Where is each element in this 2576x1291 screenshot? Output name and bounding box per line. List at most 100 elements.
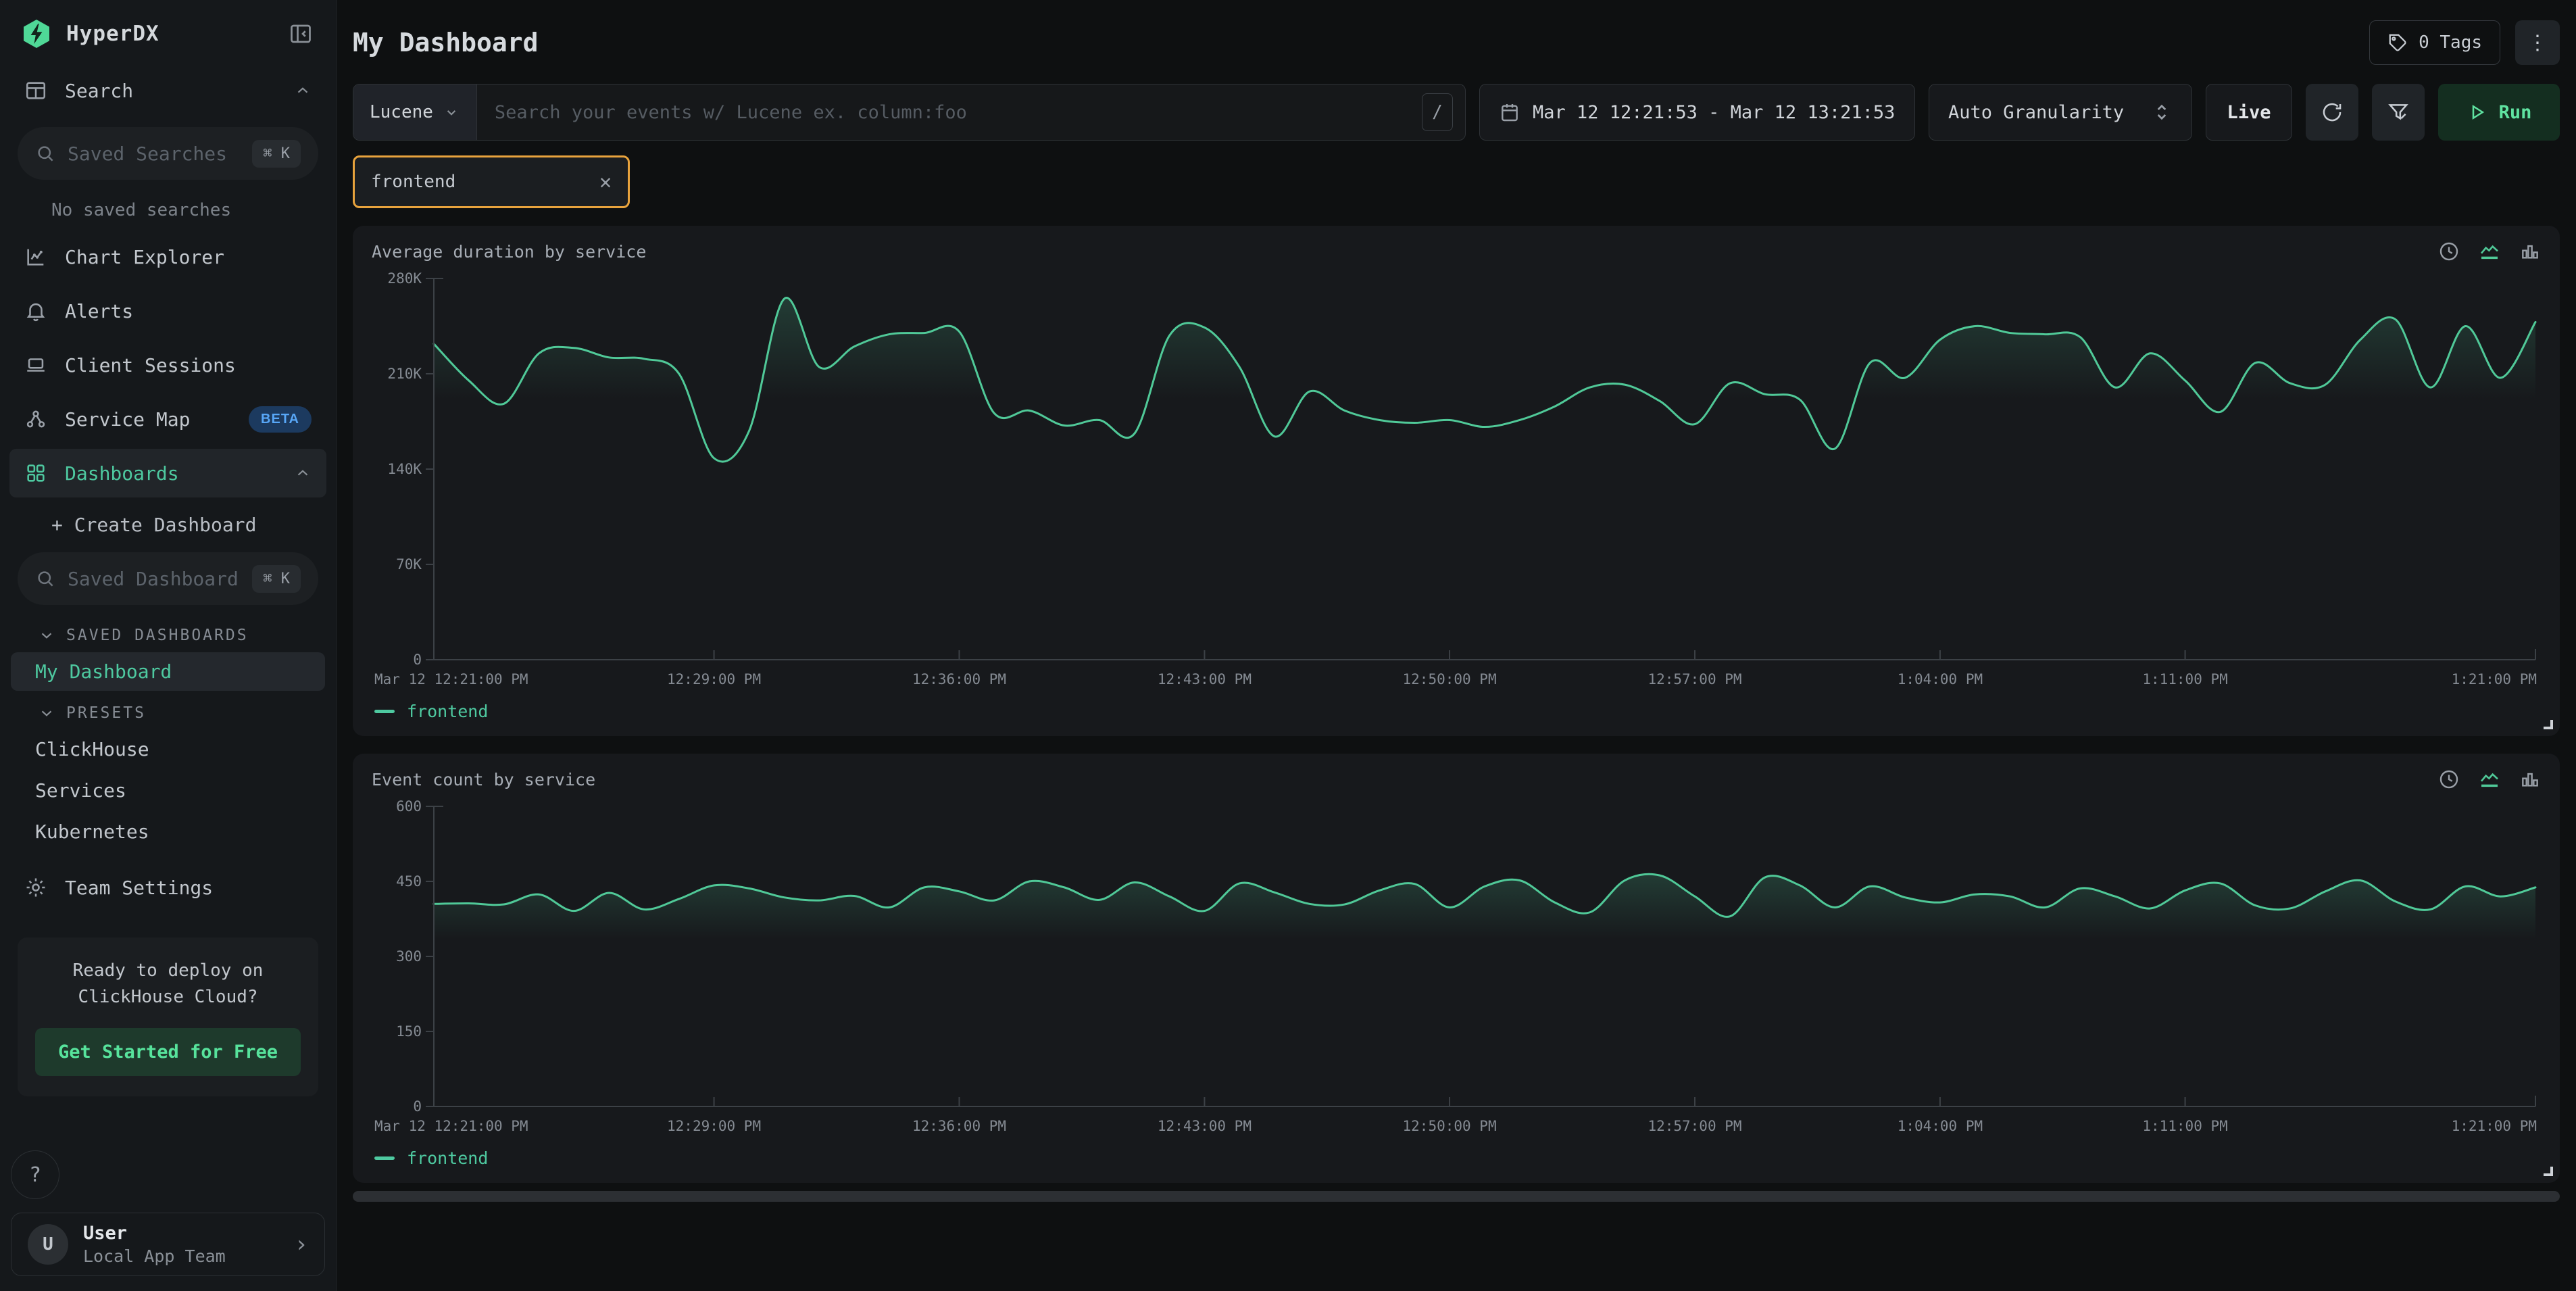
- x-tick-label: 12:36:00 PM: [912, 1118, 1006, 1134]
- sidebar-item-preset-clickhouse[interactable]: ClickHouse: [11, 730, 325, 769]
- y-tick-label: 300: [396, 948, 422, 965]
- play-icon: [2467, 102, 2487, 122]
- saved-dashboards-search[interactable]: ⌘ K: [18, 552, 318, 605]
- cloud-card-text: Ready to deploy on ClickHouse Cloud?: [35, 958, 301, 1010]
- user-profile-card[interactable]: U User Local App Team ›: [11, 1213, 325, 1276]
- kebab-icon: ⋮: [2527, 32, 2548, 54]
- close-icon[interactable]: ✕: [599, 170, 612, 194]
- y-tick-label: 600: [396, 798, 422, 814]
- query-language-value: Lucene: [370, 102, 433, 122]
- sidebar-item-preset-kubernetes[interactable]: Kubernetes: [11, 812, 325, 851]
- query-language-select[interactable]: Lucene: [353, 84, 477, 140]
- sidebar-collapse-button[interactable]: [286, 19, 316, 49]
- sidebar-spacer: [0, 1096, 336, 1150]
- chart-explorer-icon: [24, 245, 47, 268]
- sidebar-item-dashboards[interactable]: Dashboards: [9, 449, 326, 497]
- saved-dashboards-section-header[interactable]: SAVED DASHBOARDS: [0, 614, 336, 651]
- sidebar-item-alerts[interactable]: Alerts: [9, 287, 326, 335]
- dashboard-menu-button[interactable]: ⋮: [2515, 20, 2560, 65]
- x-tick-label: 12:50:00 PM: [1403, 1118, 1497, 1134]
- section-label: SAVED DASHBOARDS: [66, 627, 249, 644]
- panel-header: Event count by service: [372, 769, 2541, 790]
- x-tick-label: 12:43:00 PM: [1158, 671, 1252, 687]
- sidebar-item-chart-explorer[interactable]: Chart Explorer: [9, 233, 326, 281]
- legend-label-frontend: frontend: [407, 1148, 488, 1168]
- laptop-icon: [24, 354, 47, 376]
- y-tick-label: 280K: [387, 270, 422, 287]
- query-box: Lucene /: [353, 84, 1466, 141]
- help-button[interactable]: ?: [11, 1150, 59, 1199]
- main-content: My Dashboard 0 Tags ⋮ Lucene /: [337, 0, 2576, 1291]
- filter-bar: Lucene / Mar 12 12:21:53 - Mar 12 13:21:…: [353, 84, 2560, 141]
- bar-chart-icon[interactable]: [2519, 241, 2541, 262]
- bar-chart-icon[interactable]: [2519, 769, 2541, 790]
- filter-chip-value: frontend: [371, 172, 455, 192]
- x-tick-label: 1:11:00 PM: [2142, 1118, 2227, 1134]
- x-tick-label: 1:11:00 PM: [2142, 671, 2227, 687]
- calendar-icon: [1499, 101, 1520, 123]
- line-chart-icon[interactable]: [2479, 241, 2500, 262]
- section-label: PRESETS: [66, 704, 146, 722]
- sidebar-item-team-settings[interactable]: Team Settings: [9, 863, 326, 912]
- sidebar-item-client-sessions[interactable]: Client Sessions: [9, 341, 326, 389]
- y-tick-label: 0: [413, 652, 422, 668]
- chart-panel-event-count: Event count by service 0150300450600Mar …: [353, 754, 2560, 1183]
- get-started-button[interactable]: Get Started for Free: [35, 1028, 301, 1076]
- date-range-value: Mar 12 12:21:53 - Mar 12 13:21:53: [1533, 102, 1895, 123]
- run-label: Run: [2499, 102, 2532, 123]
- x-tick-label: Mar 12 12:21:00 PM: [374, 1118, 528, 1134]
- line-chart-average-duration[interactable]: 070K140K210K280KMar 12 12:21:00 PM12:29:…: [372, 266, 2541, 699]
- sidebar-item-my-dashboard[interactable]: My Dashboard: [11, 652, 325, 691]
- filter-button[interactable]: [2372, 84, 2425, 141]
- tags-button[interactable]: 0 Tags: [2369, 20, 2500, 65]
- x-tick-label: 12:50:00 PM: [1403, 671, 1497, 687]
- tag-icon: [2387, 32, 2408, 53]
- chevron-down-icon: [38, 627, 55, 644]
- chevron-right-icon: ›: [295, 1231, 308, 1258]
- refresh-button[interactable]: [2306, 84, 2358, 141]
- avatar: U: [28, 1224, 68, 1265]
- page-title: My Dashboard: [353, 28, 2369, 57]
- clock-icon[interactable]: [2438, 769, 2460, 790]
- sidebar-item-preset-services[interactable]: Services: [11, 771, 325, 810]
- legend-swatch-frontend: [374, 1156, 395, 1160]
- panel-header: Average duration by service: [372, 241, 2541, 262]
- sidebar-item-service-map[interactable]: Service Map BETA: [9, 395, 326, 443]
- granularity-select[interactable]: Auto Granularity: [1929, 84, 2192, 141]
- service-map-icon: [24, 408, 47, 431]
- panel-resize-grip[interactable]: [2544, 1167, 2553, 1176]
- saved-searches-search[interactable]: ⌘ K: [18, 127, 318, 180]
- line-chart-event-count[interactable]: 0150300450600Mar 12 12:21:00 PM12:29:00 …: [372, 794, 2541, 1146]
- chevron-up-icon: [294, 82, 312, 99]
- logo-row: HyperDX: [0, 0, 336, 64]
- horizontal-scrollbar[interactable]: [353, 1191, 2560, 1202]
- saved-searches-input[interactable]: [68, 143, 240, 165]
- y-tick-label: 0: [413, 1098, 422, 1115]
- page-header: My Dashboard 0 Tags ⋮: [353, 20, 2560, 65]
- clickhouse-cloud-card: Ready to deploy on ClickHouse Cloud? Get…: [18, 937, 318, 1096]
- dashboards-grid-icon: [24, 462, 47, 485]
- chevron-down-icon: [443, 103, 460, 121]
- event-search-input[interactable]: [477, 84, 1422, 140]
- series-area-fill: [434, 298, 2535, 660]
- live-button[interactable]: Live: [2206, 84, 2292, 141]
- collapse-sidebar-icon: [289, 22, 313, 46]
- clock-icon[interactable]: [2438, 241, 2460, 262]
- chart-title: Event count by service: [372, 770, 2438, 789]
- tags-label: 0 Tags: [2419, 32, 2482, 53]
- hyperdx-logo-icon: [20, 18, 53, 50]
- panel-toolbar: [2438, 769, 2541, 790]
- panel-resize-grip[interactable]: [2544, 720, 2553, 729]
- sidebar-item-label: Team Settings: [65, 877, 312, 899]
- create-dashboard-button[interactable]: + Create Dashboard: [0, 500, 336, 543]
- x-tick-label: 12:57:00 PM: [1648, 671, 1741, 687]
- saved-dashboards-input[interactable]: [68, 568, 240, 590]
- date-range-picker[interactable]: Mar 12 12:21:53 - Mar 12 13:21:53: [1479, 84, 1915, 141]
- presets-section-header[interactable]: PRESETS: [0, 692, 336, 729]
- cmd-k-shortcut: ⌘ K: [252, 565, 301, 593]
- line-chart-icon[interactable]: [2479, 769, 2500, 790]
- filter-chip-frontend[interactable]: frontend ✕: [353, 155, 630, 208]
- run-button[interactable]: Run: [2438, 84, 2560, 141]
- panel-toolbar: [2438, 241, 2541, 262]
- sidebar-item-search[interactable]: Search: [9, 66, 326, 115]
